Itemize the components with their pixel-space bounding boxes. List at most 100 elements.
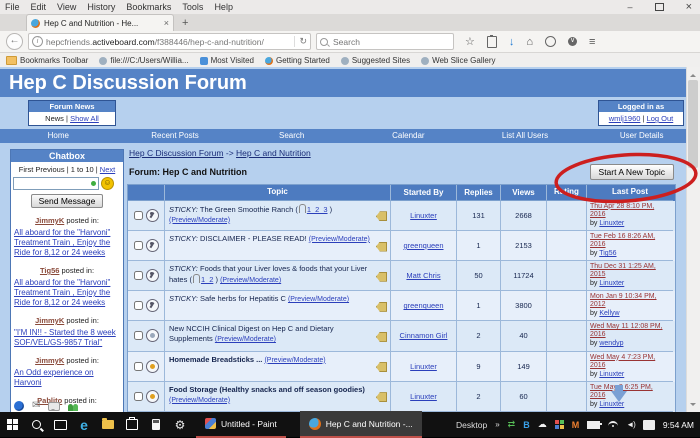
back-button[interactable] — [6, 33, 23, 50]
vertical-scrollbar[interactable] — [686, 67, 700, 413]
envelope-icon[interactable] — [32, 401, 40, 411]
menu-bookmarks[interactable]: Bookmarks — [126, 2, 171, 12]
emoticon-icon[interactable] — [101, 177, 114, 190]
preview-moderate-link[interactable]: (Preview/Moderate) — [169, 397, 230, 404]
last-post-user-link[interactable]: Linuxter — [599, 220, 624, 227]
last-post-date-link[interactable]: Wed May 4 7:23 PM, 2016 — [590, 354, 655, 369]
chat-topic-link[interactable]: All aboard for the "Harvoni" Treatment T… — [14, 278, 120, 308]
download-manager-icon[interactable] — [572, 420, 580, 430]
bookmark-item[interactable]: Most Visited — [199, 56, 254, 65]
select-topic-checkbox[interactable] — [133, 210, 143, 220]
desktop-label[interactable]: Desktop — [456, 420, 487, 430]
new-tab-button[interactable] — [182, 17, 188, 29]
select-topic-checkbox[interactable] — [133, 331, 143, 341]
topic-title-link[interactable]: Food Storage (Healthy snacks and off sea… — [169, 385, 365, 394]
page-links[interactable]: 1 2 3 — [307, 205, 328, 214]
last-post-user-link[interactable]: Linuxter — [599, 280, 624, 287]
select-topic-checkbox[interactable] — [133, 301, 143, 311]
preview-moderate-link[interactable]: (Preview/Moderate) — [288, 296, 349, 303]
select-topic-checkbox[interactable] — [133, 241, 143, 250]
chat-message-input[interactable] — [13, 177, 99, 190]
last-post-user-link[interactable]: Kellyw — [599, 310, 619, 317]
menu-tools[interactable]: Tools — [182, 2, 203, 12]
chat-topic-link[interactable]: All aboard for the "Harvoni" Treatment T… — [14, 228, 120, 258]
url-bar[interactable]: hepcfriends.activeboard.com/f388446/hep-… — [28, 33, 311, 50]
chat-user-link[interactable]: JimmyK — [35, 216, 64, 225]
menu-edit[interactable]: Edit — [31, 2, 47, 12]
starter-link[interactable]: Linuxter — [410, 211, 437, 220]
starter-link[interactable]: Linuxter — [410, 392, 437, 401]
settings-button[interactable] — [168, 412, 192, 437]
restore-icon[interactable] — [654, 3, 664, 11]
chat-bubble-icon[interactable] — [48, 401, 61, 411]
topic-title-link[interactable]: Homemade Breadsticks ... — [169, 355, 262, 364]
close-icon[interactable] — [686, 0, 692, 14]
logout-link[interactable]: Log Out — [647, 114, 674, 123]
chat-topic-link[interactable]: "I'M IN!! - Started the 8 week SOF/VEL/G… — [14, 328, 120, 348]
page-links[interactable]: 1 2 — [201, 275, 213, 284]
chat-user-link[interactable]: JimmyK — [35, 316, 64, 325]
last-post-user-link[interactable]: Linuxter — [599, 371, 624, 378]
topic-title-link[interactable]: DISCLAIMER - PLEASE READ! — [200, 234, 307, 243]
last-post-date-link[interactable]: Mon Jan 9 10:34 PM, 2012 — [590, 293, 657, 308]
edge-button[interactable] — [72, 412, 96, 437]
last-post-user-link[interactable]: Tig56 — [599, 250, 616, 257]
bookmark-item[interactable]: Getting Started — [265, 56, 330, 65]
hamburger-menu-icon[interactable] — [589, 36, 595, 48]
nav-recent-posts[interactable]: Recent Posts — [117, 129, 234, 143]
breadcrumb-current-link[interactable]: Hep C and Nutrition — [236, 148, 311, 158]
bookmark-item[interactable]: file:///C:/Users/Willia... — [99, 56, 189, 65]
chat-user-link[interactable]: JimmyK — [35, 356, 64, 365]
topic-title-link[interactable]: Safe herbs for Hepatitis C — [200, 294, 286, 303]
menu-view[interactable]: View — [57, 2, 76, 12]
chat-user-link[interactable]: Tig56 — [40, 266, 59, 275]
tray-overflow-icon[interactable]: » — [495, 420, 499, 429]
bookmark-item[interactable]: Web Slice Gallery — [421, 56, 496, 65]
scrollbar-down-icon[interactable] — [690, 403, 696, 409]
search-bar[interactable] — [316, 33, 454, 50]
downloads-icon[interactable] — [509, 36, 515, 48]
menu-file[interactable]: File — [5, 2, 20, 12]
sync-account-icon[interactable] — [545, 36, 557, 47]
last-post-date-link[interactable]: Thu Apr 28 8:10 PM, 2016 — [590, 203, 654, 218]
task-view-button[interactable] — [48, 412, 72, 437]
bookmarks-panel-icon[interactable] — [486, 34, 497, 48]
pocket-icon[interactable] — [568, 37, 578, 46]
preview-moderate-link[interactable]: (Preview/Moderate) — [215, 336, 276, 343]
show-all-link[interactable]: Show All — [70, 114, 99, 123]
browser-tab[interactable]: Hep C and Nutrition - He... — [26, 14, 174, 31]
news-link[interactable]: News — [45, 114, 64, 123]
clock[interactable]: 9:54 AM — [663, 420, 694, 430]
bookmark-item[interactable]: Suggested Sites — [340, 56, 410, 65]
taskbar-search-button[interactable] — [24, 412, 48, 437]
nav-search[interactable]: Search — [233, 129, 350, 143]
nav-home[interactable]: Home — [0, 129, 117, 143]
bluetooth-icon[interactable] — [523, 420, 530, 430]
topic-title-link[interactable]: The Green Smoothie Ranch — [200, 205, 293, 214]
starter-link[interactable]: Linuxter — [410, 362, 437, 371]
starter-link[interactable]: greenqueen — [403, 301, 443, 310]
bookmark-folder[interactable]: Bookmarks Toolbar — [6, 56, 88, 65]
last-post-date-link[interactable]: Wed May 11 12:08 PM, 2016 — [590, 323, 663, 338]
taskbar-app-firefox[interactable]: Hep C and Nutrition -... — [299, 411, 422, 438]
scroll-down-arrow-icon[interactable] — [611, 385, 627, 410]
wifi-icon[interactable] — [608, 420, 619, 429]
site-info-icon[interactable] — [32, 36, 43, 47]
minimize-icon[interactable] — [628, 0, 633, 14]
username-link[interactable]: wmlj1960 — [609, 114, 641, 123]
sync-icon[interactable] — [508, 419, 516, 430]
menu-help[interactable]: Help — [214, 2, 233, 12]
taskbar-app-paint[interactable]: Untitled - Paint — [196, 411, 286, 438]
tab-close-icon[interactable] — [164, 18, 169, 28]
scrollbar-thumb[interactable] — [688, 80, 698, 168]
menu-history[interactable]: History — [87, 2, 115, 12]
reload-icon[interactable] — [294, 36, 307, 47]
select-topic-checkbox[interactable] — [133, 271, 143, 281]
preview-moderate-link[interactable]: (Preview/Moderate) — [309, 236, 370, 243]
search-input[interactable] — [331, 35, 450, 48]
nav-user-details[interactable]: User Details — [583, 129, 700, 143]
preview-moderate-link[interactable]: (Preview/Moderate) — [220, 277, 281, 284]
starter-link[interactable]: greenqueen — [403, 241, 443, 250]
action-center-icon[interactable] — [642, 419, 655, 430]
nav-calendar[interactable]: Calendar — [350, 129, 467, 143]
